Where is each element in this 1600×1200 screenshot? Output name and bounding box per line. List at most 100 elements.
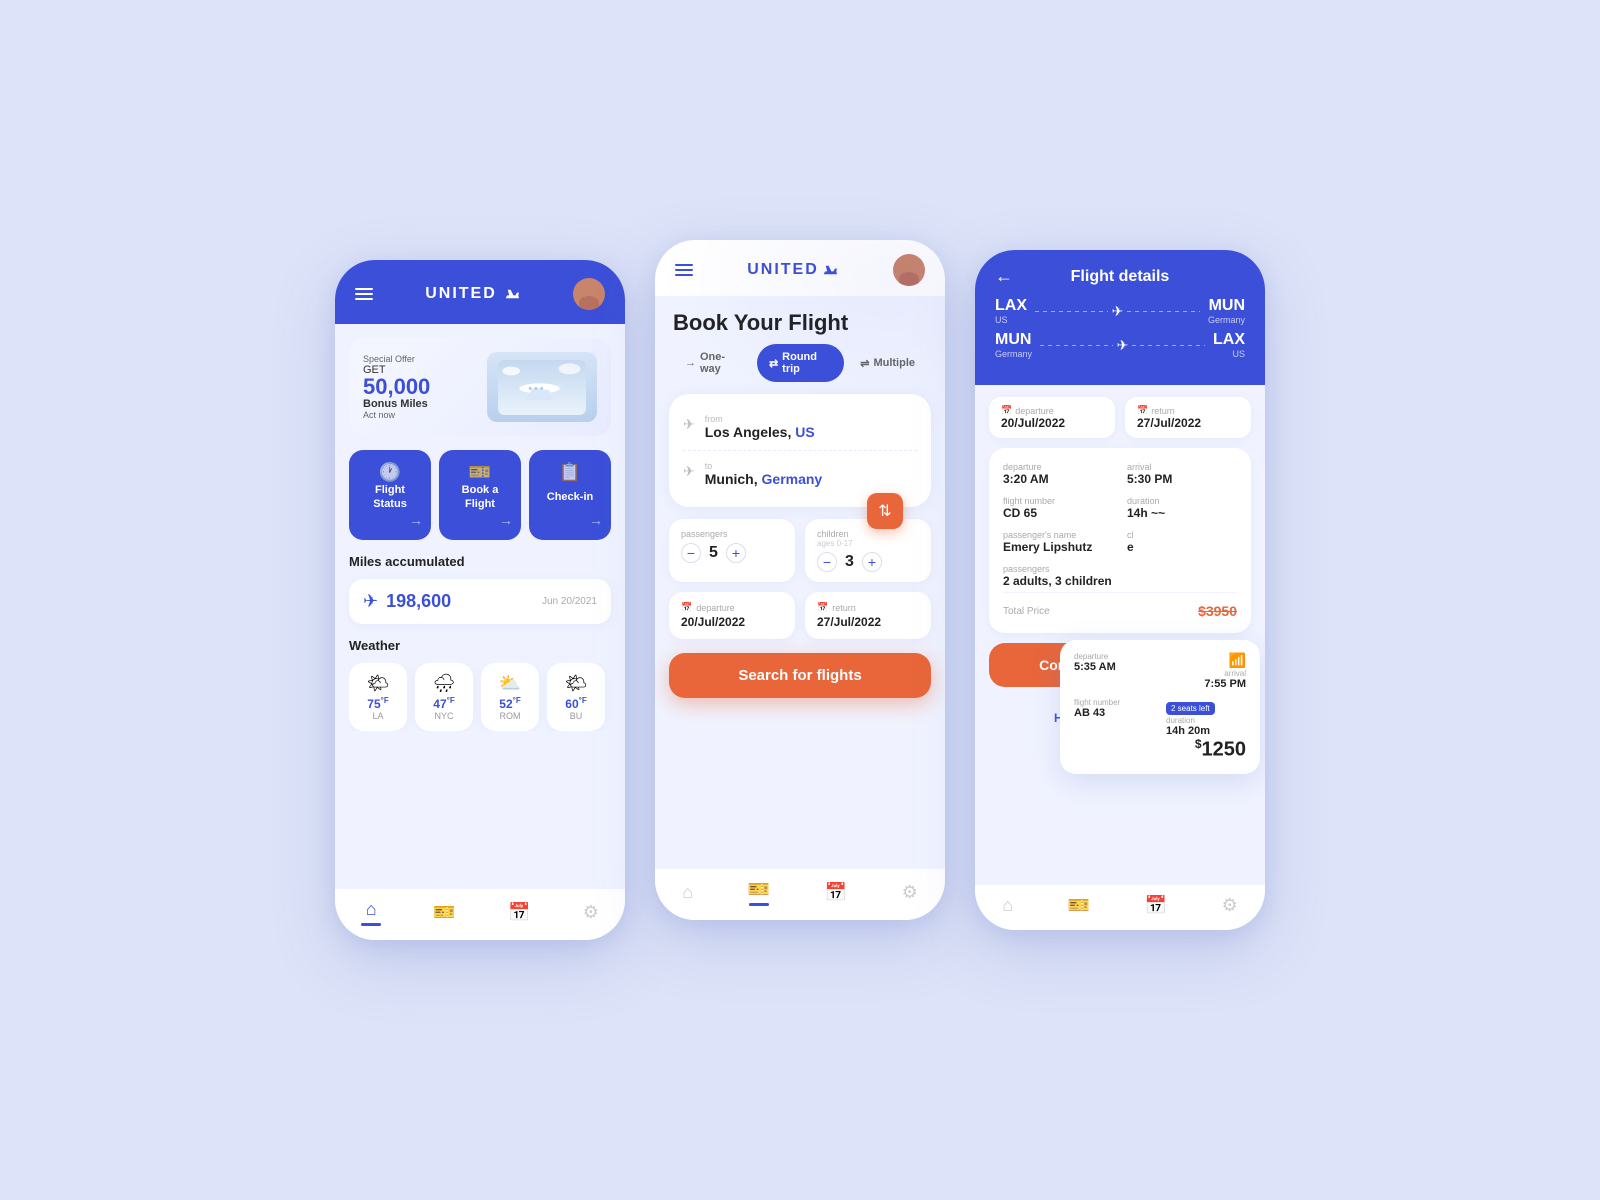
calendar-icon-2: 📅 [825,882,847,903]
to-plane-icon: ✈ [683,463,695,480]
floating-flight-card: departure 5:35 AM 📶 arrival 7:55 PM flig… [1060,640,1260,774]
avatar-2[interactable] [893,254,925,286]
nav2-settings[interactable]: ⚙ [902,882,918,903]
dep-date-icon: 📅 [1001,405,1012,416]
flight-info-card: departure 3:20 AM arrival 5:30 PM flight… [989,448,1251,633]
children-label: children [817,529,919,539]
passengers-increment[interactable]: + [726,543,746,563]
return-plane-icon: ✈ [1117,337,1129,354]
route-search-card: ✈ from Los Angeles, US ✈ to Munich, Germ… [669,394,931,507]
ret-date-sel[interactable]: 📅 return 27/Jul/2022 [1125,397,1251,438]
nav2-home[interactable]: ⌂ [682,882,693,903]
back-button[interactable]: ← [995,266,1013,287]
tab-roundtrip[interactable]: ⇄ Round trip [757,344,844,382]
flight-num-value: CD 65 [1003,506,1113,520]
from-row[interactable]: ✈ from Los Angeles, US [683,408,917,446]
tab-oneway[interactable]: → One-way [673,344,753,382]
tab-multiple[interactable]: ⇌ Multiple [848,350,927,377]
logo-icon [503,287,521,301]
children-decrement[interactable]: − [817,552,837,572]
promo-banner[interactable]: Special Offer GET 50,000 Bonus Miles Act… [349,338,611,436]
return-date-card[interactable]: 📅 return 27/Jul/2022 [805,592,931,639]
swap-icon: ⇅ [878,501,891,521]
checkin-arrow: → [589,512,603,528]
phone2-header: UNITED [655,240,945,296]
checkin-button[interactable]: 📋 Check-in → [529,450,611,540]
fc-flight-num-item: flight number AB 43 [1074,698,1154,737]
outbound-to-country: Germany [1208,315,1245,325]
route-outbound: LAX US ✈ MUN Germany [995,297,1245,325]
avatar[interactable] [573,278,605,310]
tickets-icon-3: 🎫 [1068,895,1090,916]
flight-status-arrow: → [409,512,423,528]
children-count: 3 [845,553,854,571]
promo-plane-image [487,352,597,422]
trip-tabs: → One-way ⇄ Round trip ⇌ Multiple [655,344,945,394]
nav3-settings[interactable]: ⚙ [1222,895,1238,916]
fc-departure-time: 5:35 AM [1074,661,1154,673]
book-flight-button[interactable]: 🎫 Book a Flight → [439,450,521,540]
oneway-label: One-way [700,351,741,375]
phone1-body: Special Offer GET 50,000 Bonus Miles Act… [335,324,625,940]
return-value: 27/Jul/2022 [817,615,919,629]
class-item: cl e [1127,530,1237,554]
departure-time-item: departure 3:20 AM [1003,462,1113,486]
nav-home[interactable]: ⌂ [361,899,381,926]
passengers-decrement[interactable]: − [681,543,701,563]
search-flights-button[interactable]: Search for flights [669,653,931,698]
promo-miles: 50,000 [363,376,487,398]
children-increment[interactable]: + [862,552,882,572]
passenger-name-value: Emery Lipshutz [1003,540,1113,554]
tickets-icon-2: 🎫 [748,879,770,900]
duration-item: duration 14h ~~ [1127,496,1237,520]
route-return: MUN Germany ✈ LAX US [995,331,1245,359]
nav2-tickets[interactable]: 🎫 [748,879,770,906]
weather-bu-city: BU [557,711,595,721]
nav-calendar[interactable]: 📅 [508,902,530,923]
fc-flight-num-value: AB 43 [1074,707,1154,719]
settings-icon-2: ⚙ [902,882,918,903]
nav3-home[interactable]: ⌂ [1002,895,1013,916]
fc-departure-label: departure [1074,652,1154,661]
class-value: e [1127,540,1237,554]
nav3-tickets[interactable]: 🎫 [1068,895,1090,916]
phone-2-booking: UNITED Book Your Flight → One-way ⇄ Roun… [655,240,945,920]
nav3-calendar[interactable]: 📅 [1145,895,1167,916]
nav-tickets[interactable]: 🎫 [433,902,455,923]
nav2-calendar[interactable]: 📅 [825,882,847,903]
menu-button-2[interactable] [675,264,693,276]
weather-bu-temp: 60°F [557,696,595,711]
nav-settings[interactable]: ⚙ [583,902,599,923]
return-to-iata: LAX [1213,331,1245,349]
calendar-icon: 📅 [508,902,530,923]
booking-title: Book Your Flight [655,296,945,344]
dep-date-value: 20/Jul/2022 [1001,416,1103,430]
weather-la-city: LA [359,711,397,721]
multiple-label: Multiple [873,357,915,369]
weather-bu-icon: 🌤 [557,673,595,694]
phone-3-details: ← Flight details LAX US ✈ MUN Germany [975,250,1265,930]
multiple-icon: ⇌ [860,357,869,370]
details-title: Flight details [1013,268,1227,286]
dep-date-sel[interactable]: 📅 departure 20/Jul/2022 [989,397,1115,438]
flight-status-button[interactable]: 🕐 Flight Status → [349,450,431,540]
home-icon: ⌂ [366,899,377,920]
departure-label: departure [696,603,735,613]
promo-act: Act now [363,410,487,420]
oneway-icon: → [685,357,696,369]
weather-title: Weather [349,638,611,653]
home-icon-2: ⌂ [682,882,693,903]
fc-duration-label: duration [1166,716,1246,725]
outbound-plane-icon: ✈ [1112,303,1124,320]
to-row[interactable]: ✈ to Munich, Germany [683,455,917,493]
return-label: return [832,603,856,613]
settings-icon: ⚙ [583,902,599,923]
fc-flight-num-label: flight number [1074,698,1154,707]
menu-button[interactable] [355,288,373,300]
weather-la: 🌤 75°F LA [349,663,407,731]
to-label: to [705,461,822,471]
passengers-card: passengers − 5 + [669,519,795,582]
departure-date-card[interactable]: 📅 departure 20/Jul/2022 [669,592,795,639]
swap-routes-button[interactable]: ⇅ [867,493,903,529]
fc-seats-badge: 2 seats left [1166,702,1215,715]
